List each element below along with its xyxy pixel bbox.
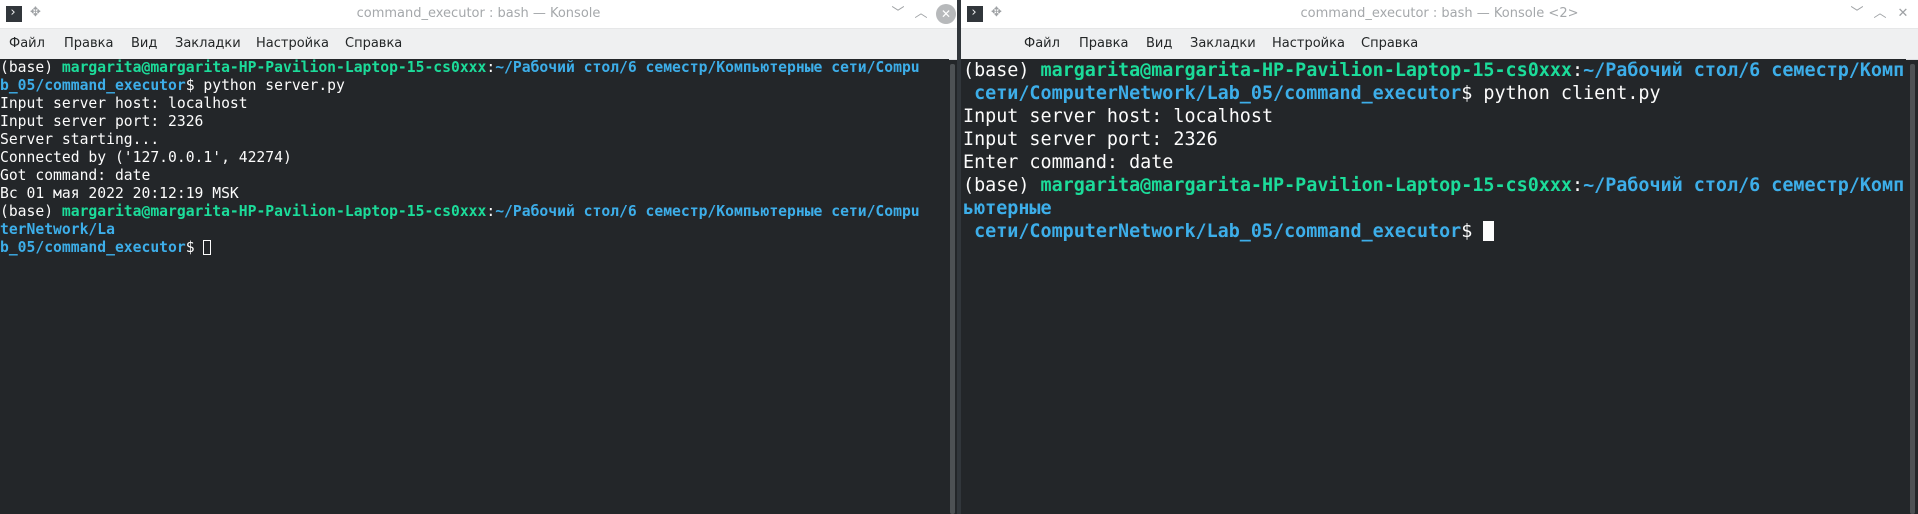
menu-view[interactable]: Вид (131, 29, 157, 59)
prompt-line-wrap: сети/ComputerNetwork/Lab_05/command_exec… (961, 220, 1906, 243)
output-line: Input server host: localhost (963, 106, 1274, 127)
prompt-path: ~/Рабочий стол/6 семестр/Компьютерные се… (495, 59, 920, 76)
prompt-line-wrap: сети/ComputerNetwork/Lab_05/command_exec… (963, 83, 1661, 104)
output-line: Input server port: 2326 (0, 113, 204, 130)
prompt-line: (base) margarita@margarita-HP-Pavilion-L… (963, 175, 1905, 196)
menu-edit[interactable]: Правка (64, 29, 113, 59)
prompt-path: ~/Рабочий стол/6 семестр/Комп (1583, 60, 1905, 81)
output-line: Input server host: localhost (0, 95, 248, 112)
output-line: Got command: date (0, 167, 151, 184)
prompt-line-wrap: b_05/command_executor$ (0, 239, 949, 257)
menu-file[interactable]: Файл (9, 29, 45, 59)
window-title: command_executor : bash — Konsole (356, 6, 601, 21)
maximize-icon[interactable]: ︿ (1870, 4, 1890, 24)
close-icon[interactable]: ✕ (1893, 4, 1913, 24)
prompt-user-host: margarita@margarita-HP-Pavilion-Laptop-1… (1040, 175, 1572, 196)
menu-file[interactable]: Файл (1024, 29, 1060, 59)
prompt-path: ьютерные (963, 198, 1052, 219)
menu-bar: Файл Правка Вид Закладки Настройка Справ… (961, 29, 1918, 60)
menu-help[interactable]: Справка (1361, 29, 1418, 59)
prompt-line: (base) margarita@margarita-HP-Pavilion-L… (963, 60, 1905, 81)
prompt-line: (base) margarita@margarita-HP-Pavilion-L… (0, 59, 920, 76)
command-text: python client.py (1472, 83, 1661, 104)
prompt-user-host: margarita@margarita-HP-Pavilion-Laptop-1… (61, 203, 487, 220)
prompt-line: (base) margarita@margarita-HP-Pavilion-L… (0, 203, 920, 220)
title-bar[interactable]: ✥ command_executor : bash — Konsole <2> … (961, 0, 1918, 29)
prompt-line-wrap: b_05/command_executor$ python server.py (0, 77, 345, 94)
output-line: Server starting... (0, 131, 160, 148)
prompt-path: сети/ComputerNetwork/Lab_05/command_exec… (963, 83, 1462, 104)
minimize-icon[interactable]: ﹀ (888, 4, 908, 24)
prompt-user-host: margarita@margarita-HP-Pavilion-Laptop-1… (1040, 60, 1572, 81)
prompt-user-host: margarita@margarita-HP-Pavilion-Laptop-1… (61, 59, 487, 76)
output-line: Input server port: 2326 (963, 129, 1218, 150)
maximize-icon[interactable]: ︿ (911, 4, 931, 24)
konsole-window-left[interactable]: ✥ command_executor : bash — Konsole ﹀ ︿ … (0, 0, 957, 514)
scrollbar[interactable] (950, 64, 955, 514)
konsole-window-right[interactable]: ✥ command_executor : bash — Konsole <2> … (961, 0, 1918, 514)
prompt-path: terNetwork/La (0, 221, 115, 238)
prompt-line-wrap: terNetwork/La (0, 221, 949, 239)
title-bar[interactable]: ✥ command_executor : bash — Konsole ﹀ ︿ … (0, 0, 957, 29)
terminal-area[interactable]: (base) margarita@margarita-HP-Pavilion-L… (961, 59, 1906, 514)
window-title: command_executor : bash — Konsole <2> (1300, 6, 1579, 21)
prompt-path: b_05/command_executor (0, 239, 186, 256)
menu-view[interactable]: Вид (1146, 29, 1172, 59)
close-icon[interactable]: ✕ (936, 4, 956, 24)
prompt-line-wrap: ьютерные (961, 197, 1906, 220)
output-line: Вс 01 мая 2022 20:12:19 MSK (0, 185, 239, 202)
menu-bar: Файл Правка Вид Закладки Настройка Справ… (0, 29, 957, 60)
text-cursor (203, 240, 212, 255)
scrollbar[interactable] (1910, 64, 1915, 514)
menu-settings[interactable]: Настройка (256, 29, 329, 59)
prompt-path: ~/Рабочий стол/6 семестр/Комп (1583, 175, 1905, 196)
prompt-path: b_05/command_executor (0, 77, 186, 94)
menu-edit[interactable]: Правка (1079, 29, 1128, 59)
text-cursor (1483, 221, 1495, 241)
minimize-icon[interactable]: ﹀ (1847, 4, 1867, 24)
output-line: Connected by ('127.0.0.1', 42274) (0, 149, 292, 166)
output-line: Enter command: date (963, 152, 1174, 173)
menu-bookmarks[interactable]: Закладки (1190, 29, 1256, 59)
menu-help[interactable]: Справка (345, 29, 402, 59)
menu-settings[interactable]: Настройка (1272, 29, 1345, 59)
prompt-path: сети/ComputerNetwork/Lab_05/command_exec… (963, 221, 1462, 242)
prompt-path: ~/Рабочий стол/6 семестр/Компьютерные се… (495, 203, 920, 220)
menu-bookmarks[interactable]: Закладки (175, 29, 241, 59)
command-text: python server.py (194, 77, 345, 94)
terminal-area[interactable]: (base) margarita@margarita-HP-Pavilion-L… (0, 59, 949, 514)
